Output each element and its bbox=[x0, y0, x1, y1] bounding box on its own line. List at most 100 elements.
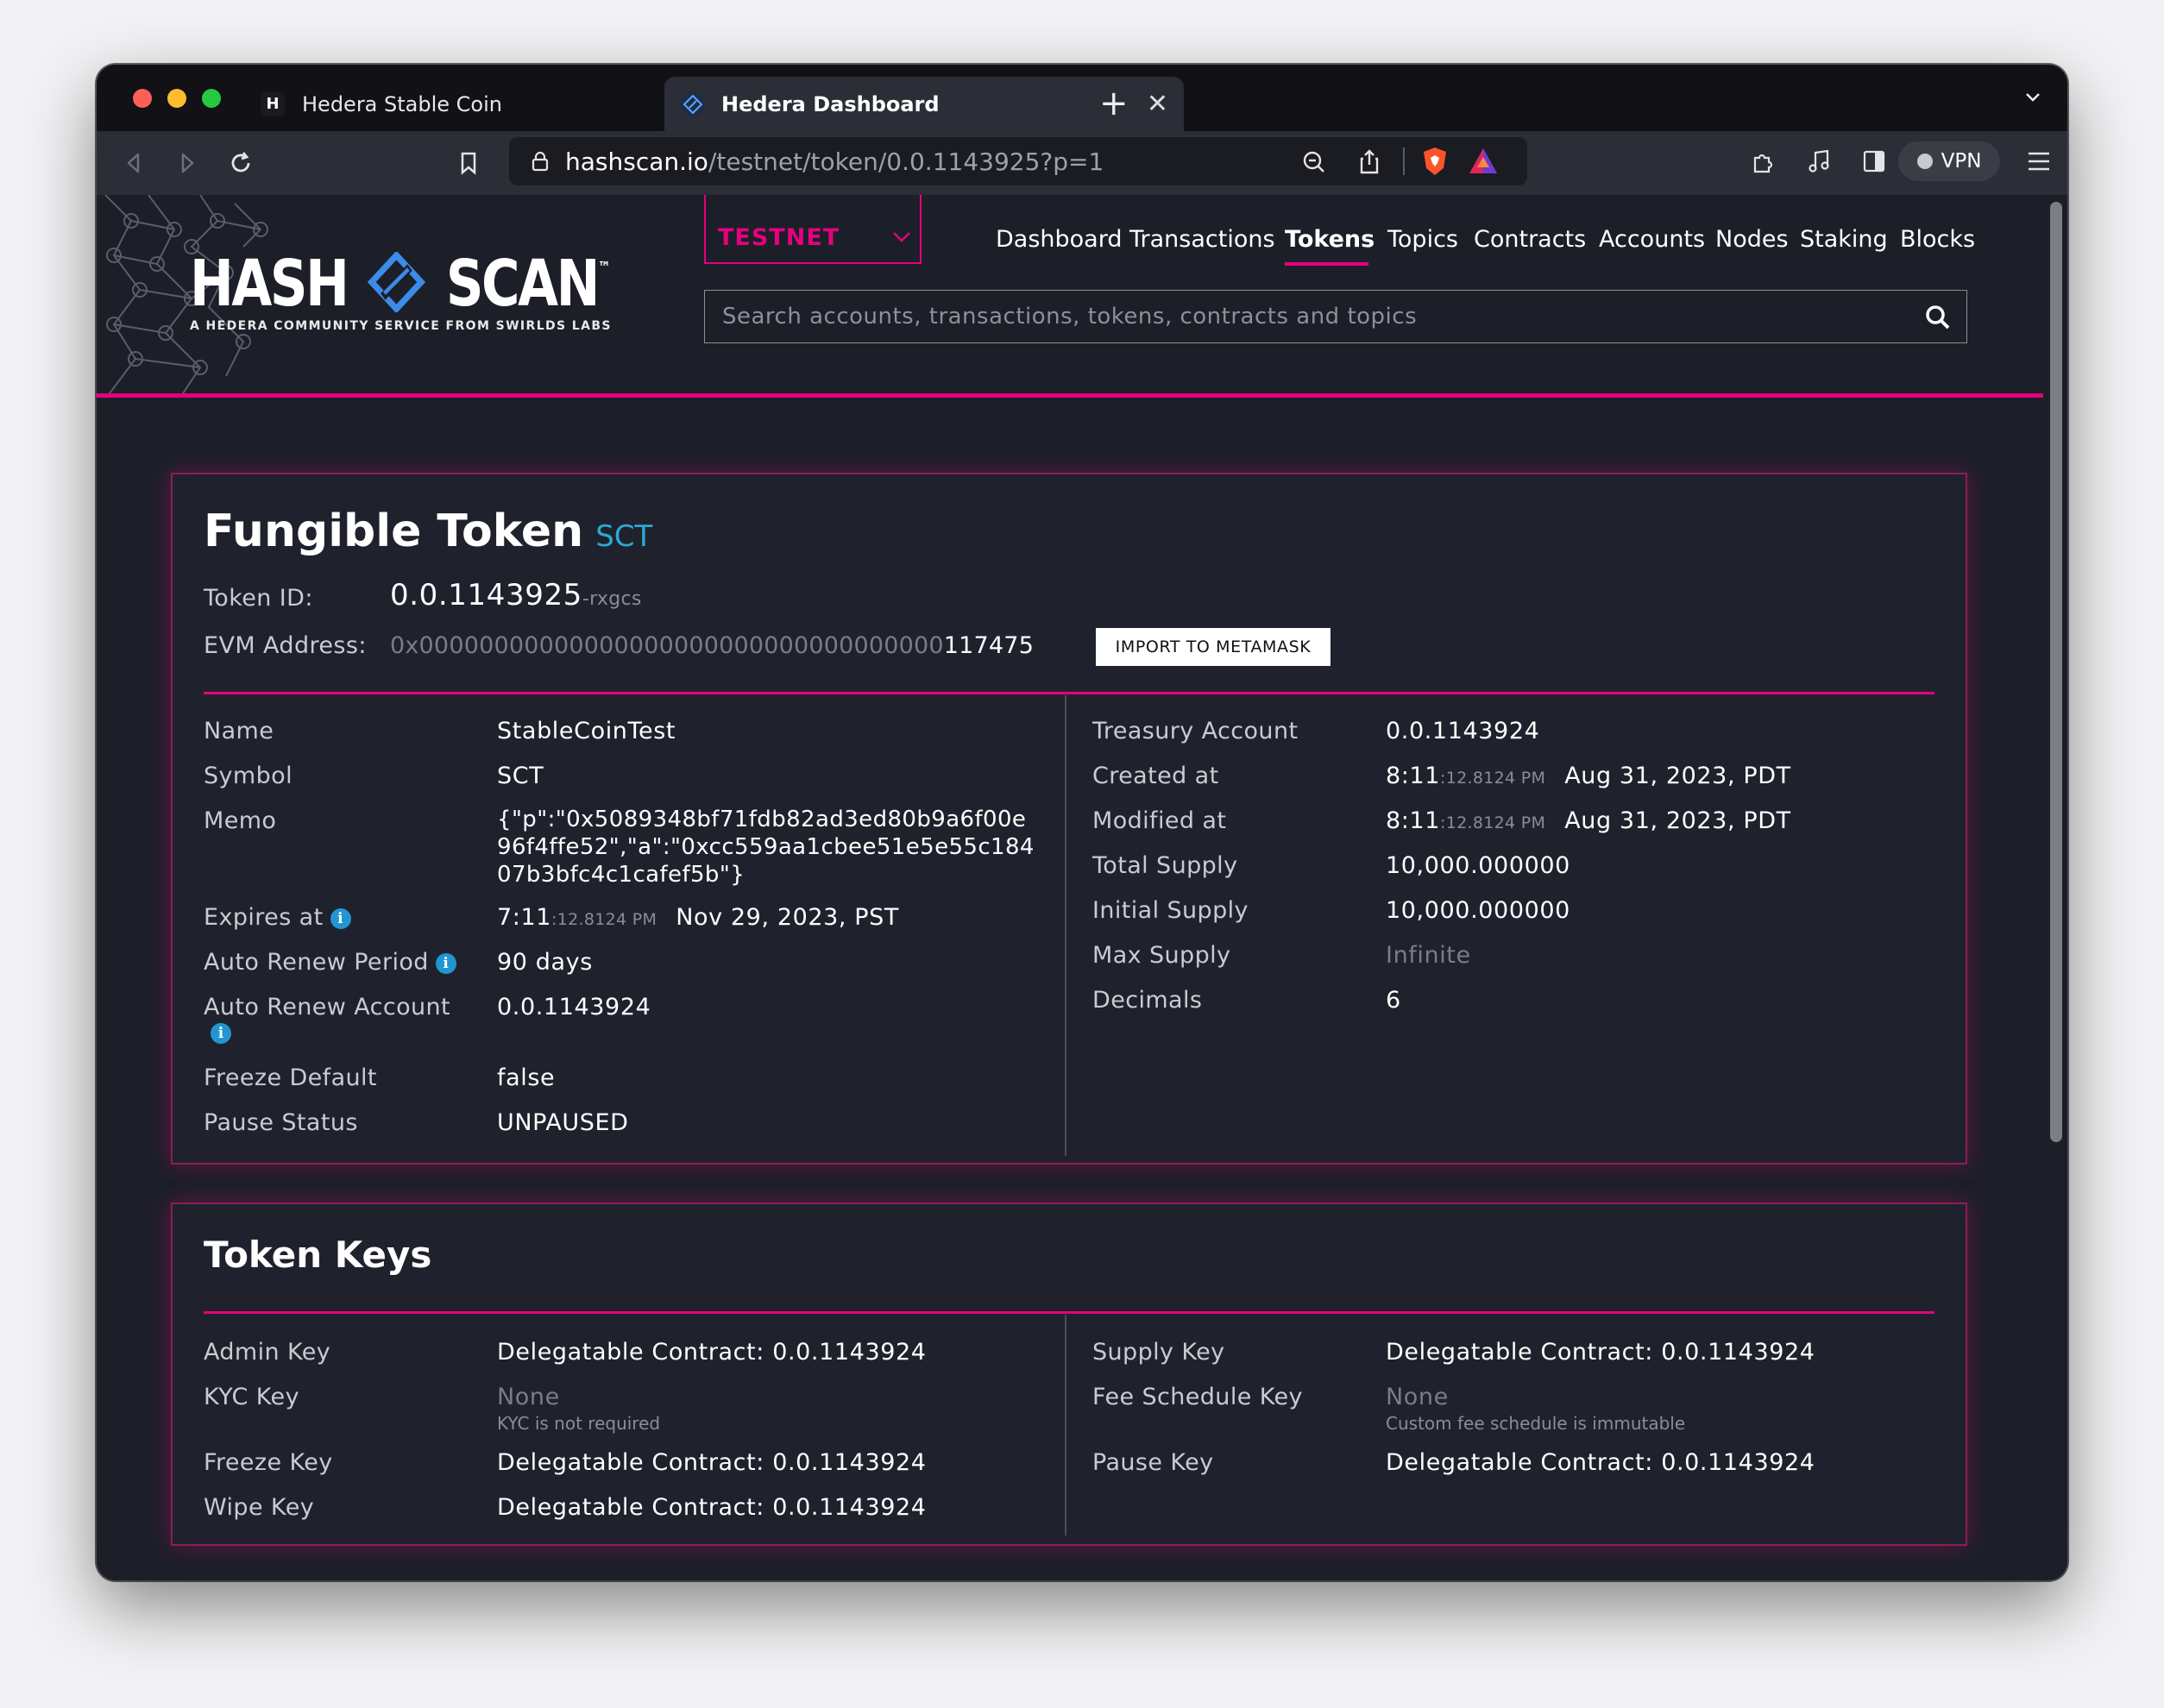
treasury-account-value[interactable]: 0.0.1143924 bbox=[1386, 718, 1539, 744]
token-keys-card: Token Keys Admin Key Delegatable Contrac… bbox=[171, 1203, 1967, 1546]
logo-subtitle: A HEDERA COMMUNITY SERVICE FROM SWIRLDS … bbox=[190, 319, 612, 333]
url-host: hashscan.io bbox=[565, 148, 708, 176]
nav-tokens[interactable]: Tokens bbox=[1285, 226, 1375, 253]
chevron-down-icon[interactable] bbox=[2024, 89, 2041, 106]
freeze-key-value[interactable]: Delegatable Contract: 0.0.1143924 bbox=[497, 1449, 927, 1476]
expires-value: 7:11:12.8124 PM Nov 29, 2023, PST bbox=[497, 904, 899, 931]
pause-key-label: Pause Key bbox=[1092, 1449, 1214, 1476]
zoom-window-button[interactable] bbox=[202, 89, 221, 108]
total-supply-label: Total Supply bbox=[1092, 852, 1238, 879]
admin-key-value[interactable]: Delegatable Contract: 0.0.1143924 bbox=[497, 1339, 927, 1366]
created-time: 8:11 bbox=[1386, 763, 1441, 789]
close-window-button[interactable] bbox=[133, 89, 152, 108]
nav-contracts[interactable]: Contracts bbox=[1474, 226, 1586, 253]
auto-renew-account-value[interactable]: 0.0.1143924 bbox=[497, 994, 651, 1020]
vpn-label: VPN bbox=[1941, 150, 1982, 173]
close-tab-icon[interactable]: ✕ bbox=[1147, 89, 1168, 119]
info-icon[interactable]: i bbox=[330, 908, 351, 929]
expires-label: Expires at i bbox=[204, 904, 351, 931]
menu-icon[interactable] bbox=[2026, 149, 2052, 173]
url-path: /testnet/token/0.0.1143925?p=1 bbox=[708, 148, 1104, 176]
created-seconds: :12.8124 PM bbox=[1440, 769, 1546, 788]
search-box[interactable] bbox=[704, 290, 1967, 343]
new-tab-button[interactable]: + bbox=[1099, 84, 1129, 123]
info-icon[interactable]: i bbox=[211, 1023, 231, 1044]
expires-label-text: Expires at bbox=[204, 904, 324, 931]
fee-schedule-key-label: Fee Schedule Key bbox=[1092, 1384, 1303, 1410]
wipe-key-label: Wipe Key bbox=[204, 1494, 315, 1521]
token-id-label: Token ID: bbox=[204, 585, 313, 612]
token-id-value: 0.0.1143925-rxgcs bbox=[390, 578, 642, 612]
section-divider bbox=[204, 692, 1934, 694]
brave-shield-icon[interactable] bbox=[1420, 146, 1450, 177]
name-label: Name bbox=[204, 718, 274, 744]
evm-prefix: 0x00000000000000000000000000000000000 bbox=[390, 632, 944, 659]
auto-renew-period-label: Auto Renew Period i bbox=[204, 949, 456, 976]
nav-topics[interactable]: Topics bbox=[1387, 226, 1458, 253]
network-select[interactable]: TESTNET bbox=[704, 195, 922, 264]
nav-staking[interactable]: Staking bbox=[1800, 226, 1888, 253]
toolbar-divider bbox=[1403, 148, 1405, 175]
modified-at-value: 8:11:12.8124 PM Aug 31, 2023, PDT bbox=[1386, 807, 1791, 834]
symbol-label: Symbol bbox=[204, 763, 293, 789]
freeze-default-label: Freeze Default bbox=[204, 1064, 377, 1091]
pause-status-value: UNPAUSED bbox=[497, 1109, 629, 1136]
logo-trademark: ™ bbox=[597, 259, 611, 277]
logo-diamond-icon bbox=[367, 252, 426, 312]
nav-dashboard[interactable]: Dashboard bbox=[996, 226, 1122, 253]
media-icon[interactable] bbox=[1805, 148, 1833, 175]
logo-hash: HASH bbox=[190, 247, 349, 321]
supply-key-label: Supply Key bbox=[1092, 1339, 1225, 1366]
auto-renew-period-label-text: Auto Renew Period bbox=[204, 949, 429, 976]
modified-at-label: Modified at bbox=[1092, 807, 1227, 834]
supply-key-value[interactable]: Delegatable Contract: 0.0.1143924 bbox=[1386, 1339, 1815, 1366]
kyc-key-note: KYC is not required bbox=[497, 1413, 661, 1434]
decimals-label: Decimals bbox=[1092, 987, 1203, 1014]
back-icon[interactable] bbox=[119, 148, 148, 178]
reload-icon[interactable] bbox=[226, 148, 255, 178]
search-input[interactable] bbox=[720, 303, 1889, 330]
hashscan-logo[interactable]: HASH SCAN™ A HEDERA COMMUNITY SERVICE FR… bbox=[190, 247, 701, 333]
total-supply-value: 10,000.000000 bbox=[1386, 852, 1570, 879]
share-icon[interactable] bbox=[1356, 148, 1382, 175]
url-text[interactable]: hashscan.io/testnet/token/0.0.1143925?p=… bbox=[565, 148, 1104, 176]
vpn-button[interactable]: VPN bbox=[1898, 141, 2000, 181]
bookmark-icon[interactable] bbox=[454, 148, 483, 178]
nav-nodes[interactable]: Nodes bbox=[1715, 226, 1789, 253]
info-icon[interactable]: i bbox=[435, 953, 456, 974]
import-to-metamask-button[interactable]: IMPORT TO METAMASK bbox=[1096, 628, 1330, 666]
chevron-down-icon bbox=[893, 232, 910, 242]
nav-blocks[interactable]: Blocks bbox=[1900, 226, 1975, 253]
nav-accounts[interactable]: Accounts bbox=[1599, 226, 1705, 253]
scrollbar-thumb[interactable] bbox=[2050, 202, 2062, 1142]
pause-key-value[interactable]: Delegatable Contract: 0.0.1143924 bbox=[1386, 1449, 1815, 1476]
logo-wordmark: HASH SCAN™ bbox=[190, 247, 611, 321]
kyc-key-value: None bbox=[497, 1384, 560, 1410]
created-at-label: Created at bbox=[1092, 763, 1219, 789]
nav-transactions[interactable]: Transactions bbox=[1129, 226, 1275, 253]
evm-address-label: EVM Address: bbox=[204, 632, 367, 659]
extensions-icon[interactable] bbox=[1750, 148, 1777, 175]
brave-rewards-icon[interactable] bbox=[1467, 146, 1500, 177]
lock-icon bbox=[532, 151, 549, 172]
zoom-icon[interactable] bbox=[1301, 149, 1327, 175]
token-symbol-badge: SCT bbox=[595, 519, 653, 554]
modified-time: 8:11 bbox=[1386, 807, 1441, 834]
token-keys-title: Token Keys bbox=[204, 1234, 432, 1276]
freeze-key-label: Freeze Key bbox=[204, 1449, 333, 1476]
created-at-value: 8:11:12.8124 PM Aug 31, 2023, PDT bbox=[1386, 763, 1791, 789]
hedera-diamond-icon bbox=[681, 91, 705, 116]
page-scrollbar[interactable] bbox=[2043, 195, 2067, 1580]
fee-schedule-key-note: Custom fee schedule is immutable bbox=[1386, 1413, 1686, 1434]
created-date: Aug 31, 2023, PDT bbox=[1564, 763, 1791, 789]
column-divider bbox=[1065, 695, 1066, 1156]
max-supply-label: Max Supply bbox=[1092, 942, 1231, 969]
logo-scan: SCAN bbox=[445, 247, 601, 321]
minimize-window-button[interactable] bbox=[167, 89, 186, 108]
wipe-key-value[interactable]: Delegatable Contract: 0.0.1143924 bbox=[497, 1494, 927, 1521]
sidebar-icon[interactable] bbox=[1860, 148, 1888, 175]
forward-icon[interactable] bbox=[173, 148, 202, 178]
evm-address-value: 0x00000000000000000000000000000000000117… bbox=[390, 632, 1034, 659]
nav-active-indicator bbox=[1285, 262, 1368, 266]
search-icon[interactable] bbox=[1925, 305, 1951, 330]
